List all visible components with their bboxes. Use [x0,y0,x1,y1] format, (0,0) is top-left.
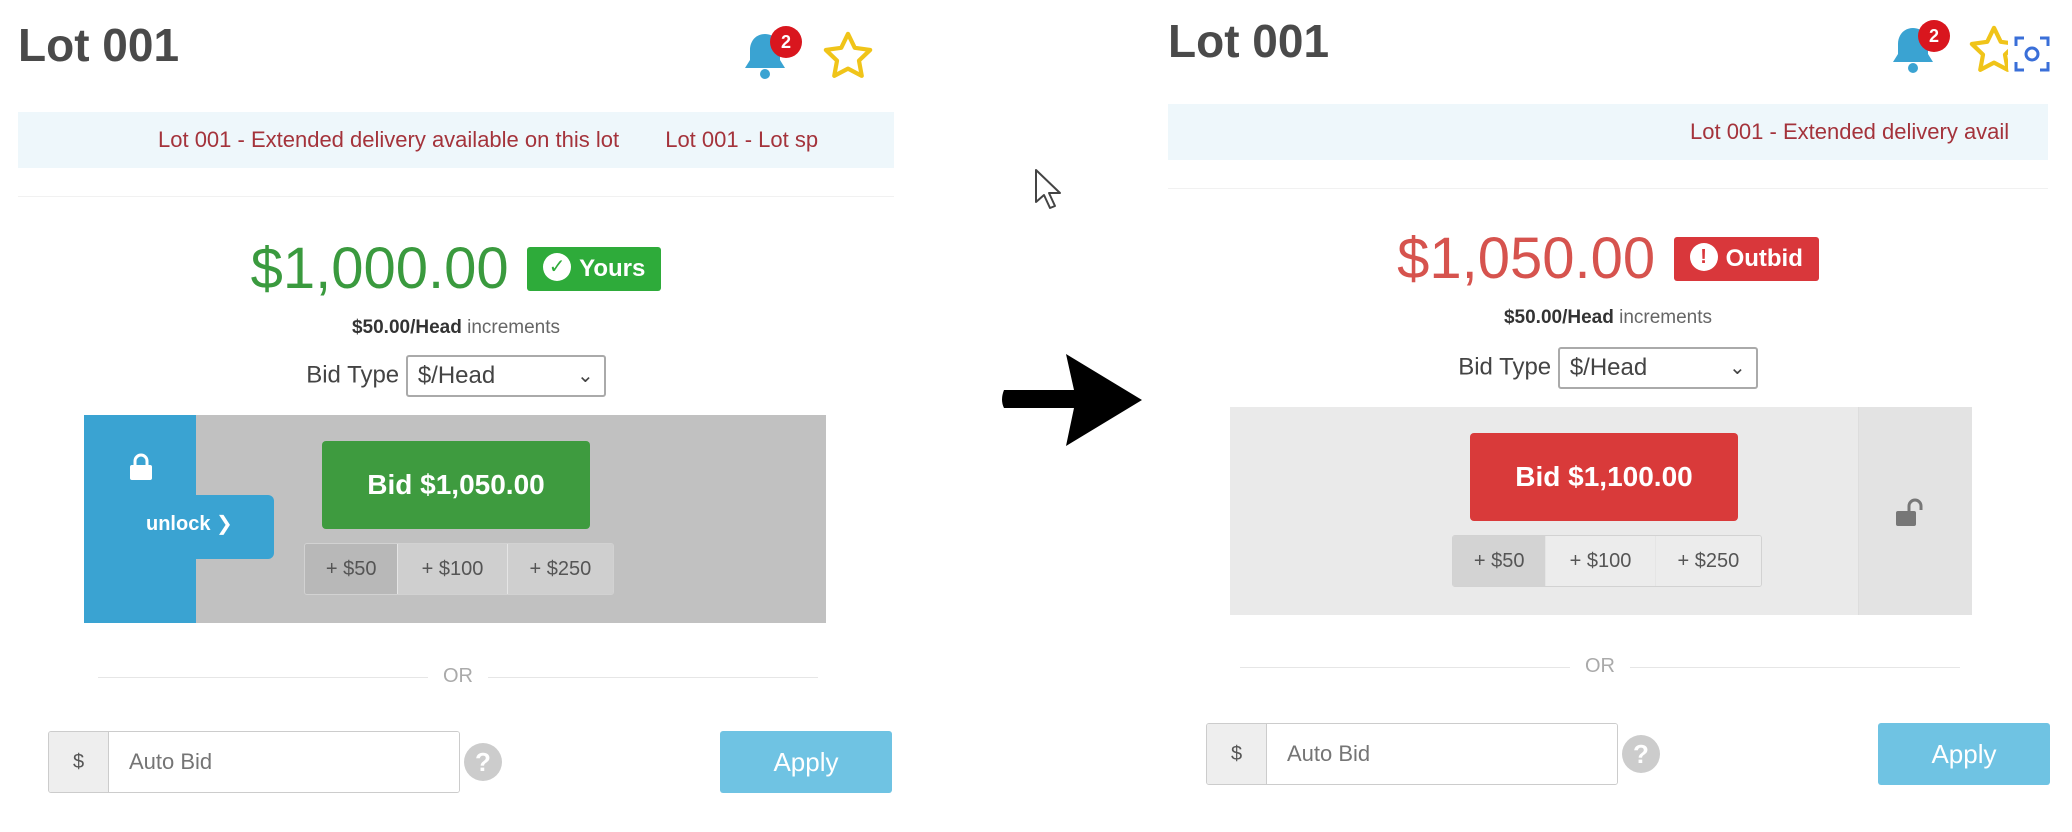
increment-100-button[interactable]: + $100 [1546,536,1656,586]
bid-type-label: Bid Type [306,361,400,389]
bid-type-value: $/Head [1569,354,1648,381]
ticker-item: Lot 001 - Extended delivery avail [1690,119,2010,144]
lock-icon [128,453,154,480]
status-label: Yours [579,254,646,282]
bid-type-label: Bid Type [1458,353,1552,381]
check-circle-icon: ✓ [543,253,572,282]
apply-button[interactable]: Apply [1878,723,2050,785]
help-icon[interactable]: ? [464,743,502,781]
increment-250-button[interactable]: + $250 [1655,536,1761,586]
lot-title: Lot 001 [1168,15,1330,67]
notification-count-badge: 2 [1918,20,1950,52]
notifications-bell-icon[interactable]: 2 [1890,20,1950,80]
chevron-down-icon: ⌄ [577,365,594,387]
status-label: Outbid [1725,244,1803,272]
or-divider: OR [98,665,818,689]
status-badge: ! Outbid [1673,236,1819,281]
auto-bid-input[interactable] [109,732,459,792]
bid-button[interactable]: Bid $1,100.00 [1470,433,1738,521]
auto-bid-group: $ [48,731,460,793]
increment-250-button[interactable]: + $250 [507,544,613,594]
lot-ticker: Lot 001 - Extended delivery avail [1168,104,2048,160]
increment-suffix: increments [461,317,561,338]
increment-buttons: + $50 + $100 + $250 [1452,535,1762,587]
favorite-star-icon[interactable] [820,28,878,86]
increment-buttons: + $50 + $100 + $250 [304,543,614,595]
or-text: OR [1585,655,1615,677]
current-price: $1,000.00 [250,236,509,301]
status-badge: ✓ Yours [527,246,662,291]
increment-amount: $50.00/Head [351,317,462,338]
auto-bid-group: $ [1206,723,1618,785]
increment-50-button[interactable]: + $50 [305,544,399,594]
notifications-bell-icon[interactable]: 2 [742,26,802,86]
alert-circle-icon: ! [1689,243,1718,272]
auto-bid-input[interactable] [1267,724,1617,784]
bid-card: $1,000.00 ✓ Yours $50.00/Head increments … [18,196,894,832]
currency-addon: $ [49,732,109,792]
apply-button[interactable]: Apply [720,731,892,793]
lot-panel-before: Lot 001 2 Lot 001 - Extended delivery av… [0,0,894,832]
unlocked-padlock-icon[interactable] [1892,495,1928,531]
increment-50-button[interactable]: + $50 [1453,536,1547,586]
help-icon[interactable]: ? [1622,735,1660,773]
lot-ticker: Lot 001 - Extended delivery available on… [18,112,894,168]
currency-addon: $ [1207,724,1267,784]
increment-100-button[interactable]: + $100 [398,544,508,594]
increment-info: $50.00/Head increments [18,317,894,339]
bid-controls: unlock ❯ Bid $1,050.00 + $50 + $100 + $2… [84,415,826,623]
chevron-down-icon: ⌄ [1729,357,1746,379]
ticker-item: Lot 001 - Extended delivery available on… [158,127,620,152]
screenshot-capture-icon[interactable] [2008,30,2056,78]
or-divider: OR [1240,655,1960,679]
bid-button[interactable]: Bid $1,050.00 [322,441,590,529]
lot-panel-after: Lot 001 2 Lot 001 - Extended delivery av… [1160,0,2072,832]
bid-type-value: $/Head [417,362,496,389]
mouse-cursor-icon [1035,169,1061,209]
ticker-item: Lot 001 - Lot sp [665,127,819,152]
unlock-button[interactable]: unlock ❯ [146,511,233,536]
current-price: $1,050.00 [1397,226,1656,291]
increment-suffix: increments [1613,307,1713,328]
bid-type-select[interactable]: $/Head ⌄ [1557,347,1758,389]
bid-controls: Bid $1,100.00 + $50 + $100 + $250 [1230,407,1972,615]
lot-title: Lot 001 [18,19,180,71]
increment-amount: $50.00/Head [1503,307,1614,328]
notification-count-badge: 2 [770,26,802,58]
or-text: OR [443,665,473,687]
arrow-right-icon [1002,354,1142,446]
bid-type-select[interactable]: $/Head ⌄ [405,355,606,397]
bid-card: $1,050.00 ! Outbid $50.00/Head increments… [1168,188,2050,824]
increment-info: $50.00/Head increments [1168,307,2048,329]
